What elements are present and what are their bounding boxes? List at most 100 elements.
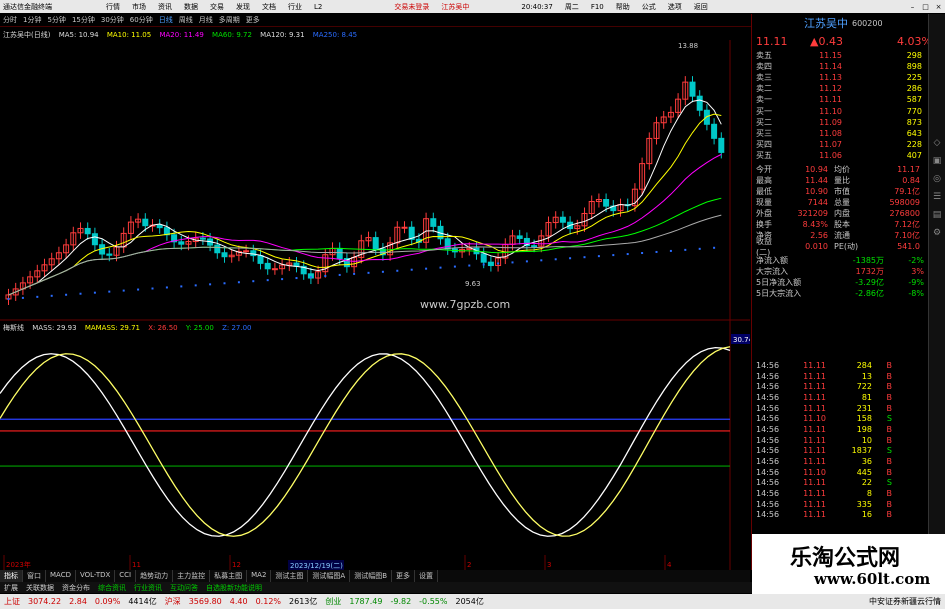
maximize-icon[interactable]: □ (919, 3, 932, 11)
bid-row[interactable]: 买三 11.08 643 (752, 128, 932, 139)
sh-change: 2.84 (69, 597, 87, 606)
tick-row: 14:56 11.11 8 B (752, 488, 932, 499)
candle (156, 219, 163, 234)
indicator-tab[interactable]: 更多 (392, 570, 416, 582)
sz-name[interactable]: 沪深 (165, 596, 181, 607)
period-intraday[interactable]: 分时 (0, 15, 20, 25)
row-label: 卖一 (756, 95, 772, 104)
bid-row[interactable]: 买五 11.06 407 (752, 150, 932, 161)
ask-row[interactable]: 卖二 11.12 286 (752, 83, 932, 94)
indicator-tab[interactable]: 测试幅图A (308, 570, 351, 582)
cy-name[interactable]: 创业 (325, 596, 341, 607)
info-tab[interactable]: 关联数据 (22, 582, 58, 593)
tick-volume: 284 (856, 360, 872, 370)
sz-amount: 2613亿 (289, 597, 318, 606)
menu-news[interactable]: 资讯 (152, 2, 178, 12)
menu-industry[interactable]: 行业 (282, 2, 308, 12)
indicator-tab[interactable]: 指标 (0, 570, 23, 582)
menu-f10[interactable]: F10 (585, 3, 610, 11)
row-volume: 898 (906, 62, 922, 71)
indicator-tab[interactable]: 测试主图 (271, 570, 309, 582)
ma250-dot (713, 246, 716, 249)
info-tab[interactable]: 互动问答 (166, 582, 202, 593)
indicator-tab[interactable]: MA2 (247, 570, 272, 582)
tool-icon-6[interactable]: ⚙ (929, 224, 945, 242)
info-tab[interactable]: 自选股新功能说明 (202, 582, 266, 593)
info-tab[interactable]: 行业资讯 (130, 582, 166, 593)
candle (250, 244, 257, 262)
candle (552, 211, 559, 229)
period-30min[interactable]: 30分钟 (98, 15, 127, 25)
close-icon[interactable]: × (932, 3, 945, 11)
ma250-dot (237, 281, 240, 284)
period-weekly[interactable]: 周线 (176, 15, 196, 25)
info-tab[interactable]: 资金分布 (58, 582, 94, 593)
candle-body (178, 241, 185, 245)
menu-formula[interactable]: 公式 (636, 2, 662, 12)
period-monthly[interactable]: 月线 (196, 15, 216, 25)
menu-help[interactable]: 帮助 (610, 2, 636, 12)
candle (91, 227, 98, 251)
candle-body (480, 253, 487, 263)
minimize-icon[interactable]: – (906, 3, 919, 11)
ask-row[interactable]: 卖一 11.11 587 (752, 94, 932, 105)
ask-row[interactable]: 卖三 11.13 225 (752, 72, 932, 83)
period-1min[interactable]: 1分钟 (20, 15, 44, 25)
candle-body (711, 123, 718, 139)
info-tab[interactable]: 综合资讯 (94, 582, 130, 593)
tick-time: 14:56 (756, 457, 780, 467)
row-volume: 286 (906, 84, 922, 93)
ma250-dot (626, 253, 629, 256)
candle (516, 229, 523, 245)
stock-name: 江苏吴中 (804, 17, 848, 30)
menu-l2[interactable]: L2 (308, 3, 328, 11)
tick-side: B (886, 371, 893, 381)
ask-row[interactable]: 卖五 11.15 298 (752, 50, 932, 61)
period-5min[interactable]: 5分钟 (44, 15, 68, 25)
trade-login-status[interactable]: 交易未登录 (388, 2, 435, 12)
menu-options[interactable]: 选项 (662, 2, 688, 12)
candle-body (689, 81, 696, 97)
period-daily[interactable]: 日线 (156, 15, 176, 25)
menu-discover[interactable]: 发现 (230, 2, 256, 12)
tick-volume: 722 (856, 382, 872, 392)
indicator-tab[interactable]: 私募主图 (210, 570, 248, 582)
indicator-tab[interactable]: VOL-TDX (76, 570, 116, 582)
ma250-dot (36, 295, 39, 298)
bid-row[interactable]: 买四 11.07 228 (752, 139, 932, 150)
tick-volume: 36 (861, 457, 872, 467)
ma250-dot (583, 256, 586, 259)
tool-icon-5[interactable]: ▤ (929, 206, 945, 224)
menu-trade[interactable]: 交易 (204, 2, 230, 12)
bid-row[interactable]: 买一 11.10 770 (752, 106, 932, 117)
flow-label: 5日大宗流入 (756, 289, 802, 298)
menu-market[interactable]: 市场 (126, 2, 152, 12)
tick-price: 11.11 (803, 360, 826, 370)
indicator-tab[interactable]: MACD (46, 570, 76, 582)
sh-name[interactable]: 上证 (4, 596, 20, 607)
period-multi[interactable]: 多周期 (216, 15, 243, 25)
indicator-tab[interactable]: 测试幅图B (350, 570, 393, 582)
tool-icon-2[interactable]: ▣ (929, 152, 945, 170)
indicator-tab[interactable]: CCI (115, 570, 137, 582)
indicator-tab[interactable]: 设置 (415, 570, 439, 582)
tick-volume: 231 (856, 403, 872, 413)
ask-row[interactable]: 卖四 11.14 898 (752, 61, 932, 72)
menu-data[interactable]: 数据 (178, 2, 204, 12)
bid-row[interactable]: 买二 11.09 873 (752, 117, 932, 128)
period-more[interactable]: 更多 (243, 15, 263, 25)
indicator-tab[interactable]: 趋势动力 (136, 570, 174, 582)
indicator-tab[interactable]: 窗口 (23, 570, 46, 582)
tool-icon-3[interactable]: ◎ (929, 170, 945, 188)
menu-hq[interactable]: 行情 (100, 2, 126, 12)
period-15min[interactable]: 15分钟 (69, 15, 98, 25)
quote-value: 8.43% (802, 220, 828, 229)
info-tab[interactable]: 扩展 (0, 582, 22, 593)
chart-canvas[interactable]: 13.5013.0012.5012.0011.5011.0010.5010.00… (0, 40, 750, 570)
tool-icon-1[interactable]: ◇ (929, 134, 945, 152)
tool-icon-4[interactable]: ☰ (929, 188, 945, 206)
menu-docs[interactable]: 文档 (256, 2, 282, 12)
period-60min[interactable]: 60分钟 (127, 15, 156, 25)
menu-back[interactable]: 返回 (688, 2, 714, 12)
indicator-tab[interactable]: 主力监控 (173, 570, 211, 582)
